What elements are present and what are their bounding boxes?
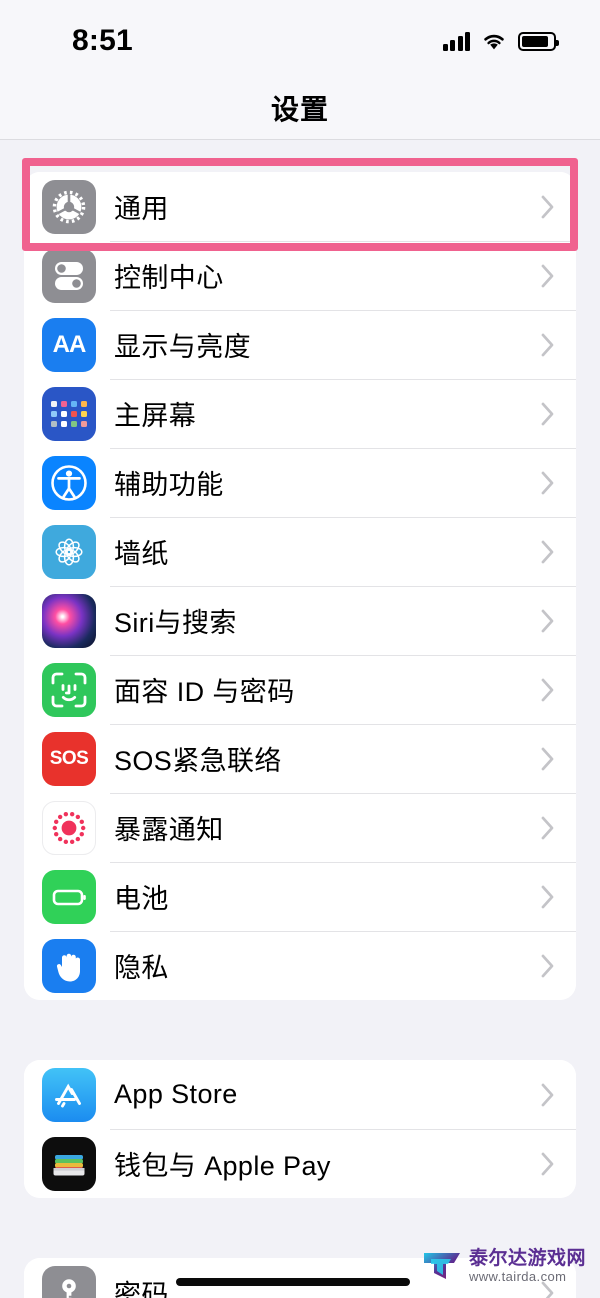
settings-row[interactable]: AA 显示与亮度 <box>24 310 576 379</box>
settings-row-label: 隐私 <box>114 953 169 983</box>
sos-icon: SOS <box>42 731 96 786</box>
app-store-icon <box>42 1067 96 1122</box>
settings-group-2: App Store 钱包与 Apple Pay <box>24 1060 576 1198</box>
tairda-t-logo <box>423 1253 460 1280</box>
face-id-icon <box>42 662 96 717</box>
battery-settings-icon <box>42 869 96 924</box>
settings-row-label: Siri与搜索 <box>114 608 237 638</box>
cellular-signal-icon <box>442 31 470 51</box>
settings-row-label: App Store <box>114 1079 238 1109</box>
status-bar-indicators <box>442 31 559 51</box>
passwords-key-icon <box>42 1265 96 1298</box>
exposure-notification-icon <box>42 800 96 855</box>
battery-icon <box>518 31 559 51</box>
settings-row[interactable]: 隐私 <box>24 931 576 1000</box>
settings-row-label: 面容 ID 与密码 <box>114 677 295 707</box>
settings-row[interactable]: 墙纸 <box>24 517 576 586</box>
siri-icon <box>42 593 96 648</box>
settings-row-label: SOS紧急联络 <box>114 746 282 776</box>
chevron-right-icon <box>540 470 556 496</box>
status-bar: 8:51 <box>0 0 600 76</box>
wifi-icon <box>484 34 504 50</box>
settings-row-label: 控制中心 <box>114 263 224 293</box>
chevron-right-icon <box>540 401 556 427</box>
control-center-icon <box>42 248 96 303</box>
chevron-right-icon <box>540 194 556 220</box>
settings-row-label: 辅助功能 <box>114 470 224 500</box>
settings-row-label: 暴露通知 <box>114 815 224 845</box>
settings-row[interactable]: App Store <box>24 1060 576 1129</box>
home-indicator <box>176 1278 410 1286</box>
settings-row[interactable]: 主屏幕 <box>24 379 576 448</box>
settings-row-label: 墙纸 <box>114 539 169 569</box>
chevron-right-icon <box>540 884 556 910</box>
settings-scroll-view[interactable]: 通用控制中心 AA 显示与亮度主屏幕辅助功能墙纸 Siri与搜索面容 ID 与密码 SO… <box>0 141 600 1298</box>
iphone-settings-screen: 8:51 设置 通用控制中心 AA 显示与亮度主屏幕辅助功能墙纸 Siri与搜索面容 … <box>0 0 600 1298</box>
settings-row[interactable]: 辅助功能 <box>24 448 576 517</box>
settings-row[interactable]: 钱包与 Apple Pay <box>24 1129 576 1198</box>
settings-row-label: 钱包与 Apple Pay <box>114 1151 331 1181</box>
privacy-hand-icon <box>42 938 96 993</box>
chevron-right-icon <box>540 815 556 841</box>
watermark-name: 泰尔达游戏网 <box>468 1247 586 1269</box>
watermark-url: www.tairda.com <box>468 1268 567 1284</box>
chevron-right-icon <box>540 953 556 979</box>
chevron-right-icon <box>540 1082 556 1108</box>
wallpaper-icon <box>42 524 96 579</box>
settings-row-label: 显示与亮度 <box>114 332 251 362</box>
chevron-right-icon <box>540 677 556 703</box>
settings-row[interactable]: 暴露通知 <box>24 793 576 862</box>
settings-row[interactable]: 面容 ID 与密码 <box>24 655 576 724</box>
settings-row-label: 通用 <box>114 194 169 224</box>
home-screen-icon <box>42 386 96 441</box>
watermark: 泰尔达游戏网 www.tairda.com <box>421 1247 586 1284</box>
chevron-right-icon <box>540 608 556 634</box>
chevron-right-icon <box>540 332 556 358</box>
settings-row-label: 电池 <box>114 884 169 914</box>
settings-group-1: 通用控制中心 AA 显示与亮度主屏幕辅助功能墙纸 Siri与搜索面容 ID 与密码 SO… <box>24 172 576 1000</box>
chevron-right-icon <box>540 746 556 772</box>
settings-row[interactable]: 电池 <box>24 862 576 931</box>
chevron-right-icon <box>540 263 556 289</box>
status-bar-time: 8:51 <box>72 24 133 57</box>
settings-row[interactable]: Siri与搜索 <box>24 586 576 655</box>
settings-row[interactable]: 通用 <box>24 172 576 241</box>
chevron-right-icon <box>540 539 556 565</box>
page-title: 设置 <box>270 93 329 125</box>
navigation-bar: 设置 <box>0 76 600 140</box>
settings-row[interactable]: 控制中心 <box>24 241 576 310</box>
accessibility-icon <box>42 455 96 510</box>
chevron-right-icon <box>540 1151 556 1177</box>
settings-row[interactable]: SOS SOS紧急联络 <box>24 724 576 793</box>
gear-icon <box>42 179 96 234</box>
wallet-icon <box>42 1136 96 1191</box>
display-brightness-aa-icon: AA <box>42 317 96 372</box>
settings-row-label: 主屏幕 <box>114 401 197 431</box>
